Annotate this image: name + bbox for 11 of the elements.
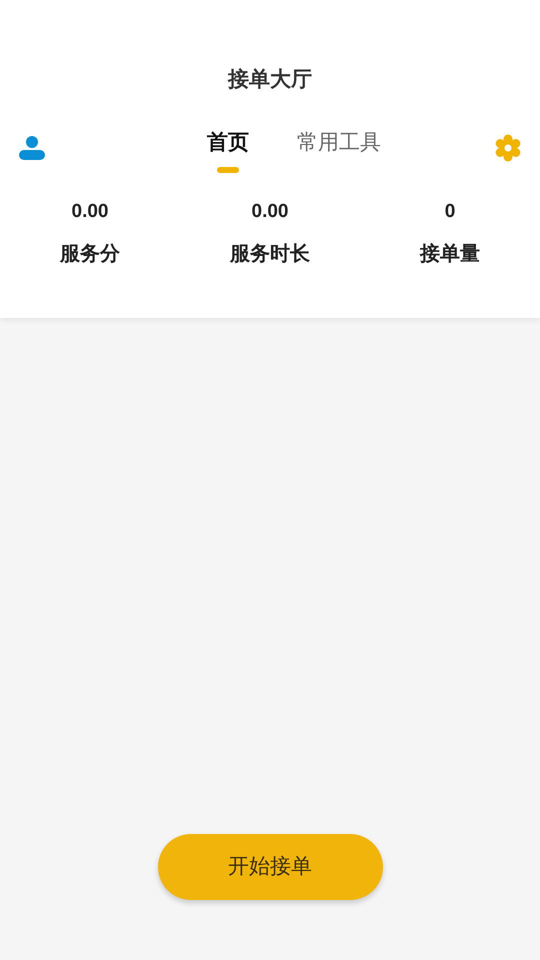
stat-label: 接单量 [420,242,480,266]
user-icon[interactable] [18,134,46,162]
stat-label: 服务分 [60,242,120,266]
page-title: 接单大厅 [226,67,313,93]
stat-label: 服务时长 [230,242,310,266]
settings-icon[interactable] [494,134,522,162]
tab[interactable]: 常用工具 [297,127,381,169]
stat-value: 0.00 [72,200,108,224]
stat-value: 0.00 [252,200,288,224]
stat-value: 0 [444,200,456,224]
start-button[interactable]: 开始接单 [158,834,382,900]
